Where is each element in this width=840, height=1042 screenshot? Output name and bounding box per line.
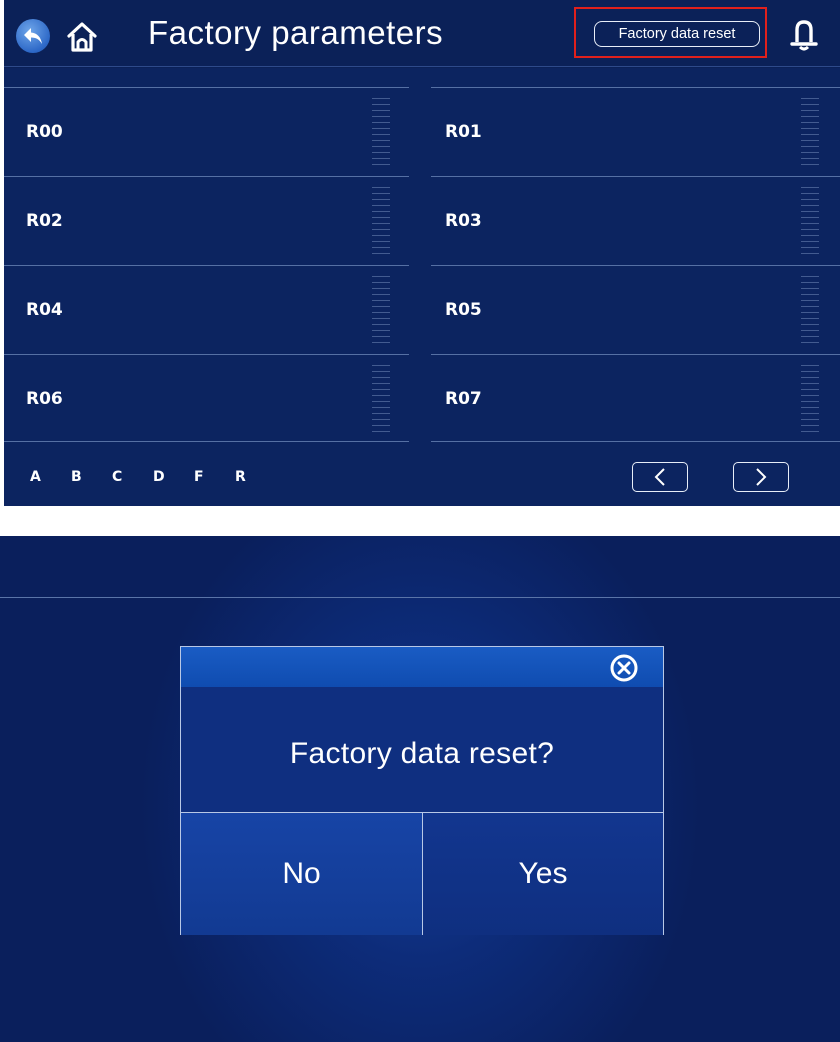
parameter-value-field[interactable]	[801, 98, 819, 168]
row-divider	[431, 441, 840, 442]
parameter-value-field[interactable]	[372, 187, 390, 257]
chevron-right-icon	[756, 468, 767, 486]
back-button[interactable]	[16, 19, 50, 53]
parameter-row-r07[interactable]: R07	[431, 354, 840, 442]
alpha-index-c[interactable]: C	[112, 469, 153, 485]
parameter-row-r01[interactable]: R01	[431, 87, 840, 175]
alpha-index-d[interactable]: D	[153, 469, 194, 485]
parameter-label: R04	[26, 300, 63, 320]
dialog-close-button[interactable]	[609, 653, 639, 683]
alpha-index-a[interactable]: A	[30, 469, 71, 485]
alpha-index-r[interactable]: R	[235, 469, 276, 485]
chevron-left-icon	[654, 468, 665, 486]
top-bar-divider	[0, 597, 840, 598]
page-title: Factory parameters	[148, 14, 444, 51]
dialog-header	[181, 647, 663, 687]
alpha-index-b[interactable]: B	[71, 469, 112, 485]
prev-page-button[interactable]	[632, 462, 688, 492]
parameter-label: R06	[26, 389, 63, 409]
parameter-label: R05	[445, 300, 482, 320]
next-page-button[interactable]	[733, 462, 789, 492]
parameter-row-r06[interactable]: R06	[4, 354, 409, 442]
back-arrow-icon	[24, 28, 42, 44]
yes-button[interactable]: Yes	[423, 813, 663, 935]
parameter-value-field[interactable]	[801, 365, 819, 435]
parameter-label: R03	[445, 211, 482, 231]
parameter-row-r03[interactable]: R03	[431, 176, 840, 264]
parameter-label: R02	[26, 211, 63, 231]
alpha-index-f[interactable]: F	[194, 469, 235, 485]
parameter-label: R01	[445, 122, 482, 142]
reset-confirm-dialog: Factory data reset? No Yes	[180, 646, 664, 935]
factory-parameters-screen: Factory parameters Factory data reset R0…	[4, 0, 840, 506]
parameter-label: R00	[26, 122, 63, 142]
top-bar-divider	[4, 66, 840, 67]
no-button[interactable]: No	[181, 813, 422, 935]
parameter-value-field[interactable]	[801, 276, 819, 346]
parameter-value-field[interactable]	[801, 187, 819, 257]
parameter-value-field[interactable]	[372, 98, 390, 168]
row-divider	[4, 441, 409, 442]
parameter-label: R07	[445, 389, 482, 409]
reset-confirm-screen: Factory data reset? No Yes	[0, 536, 840, 1042]
alarm-button[interactable]	[790, 18, 818, 52]
parameter-row-r04[interactable]: R04	[4, 265, 409, 353]
parameter-row-r02[interactable]: R02	[4, 176, 409, 264]
parameter-value-field[interactable]	[372, 365, 390, 435]
home-icon	[67, 22, 97, 52]
factory-data-reset-button[interactable]: Factory data reset	[594, 21, 760, 47]
close-circle-icon	[610, 654, 638, 682]
parameter-row-r05[interactable]: R05	[431, 265, 840, 353]
home-button[interactable]	[66, 21, 98, 53]
alpha-index: A B C D F R	[30, 469, 276, 485]
parameter-row-r00[interactable]: R00	[4, 87, 409, 175]
parameter-value-field[interactable]	[372, 276, 390, 346]
dialog-message: Factory data reset?	[289, 737, 555, 770]
bell-icon	[790, 20, 818, 51]
